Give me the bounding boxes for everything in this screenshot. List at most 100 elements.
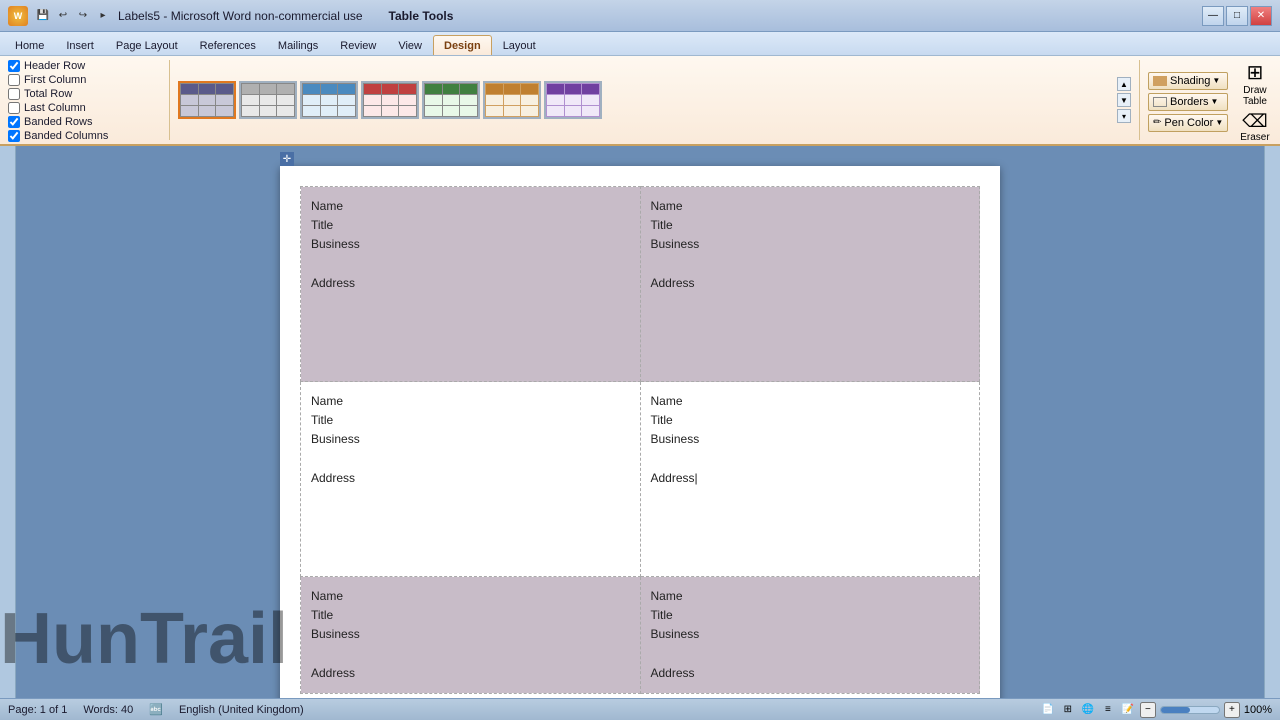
table-style-7[interactable] [544,81,602,119]
label-business-1-2: Business [651,235,970,254]
table-style-options-content: Header Row First Column Total Row Last C… [8,60,108,142]
tab-design[interactable]: Design [433,35,492,55]
label-name-2-1: Name [311,392,630,411]
word-count: Words: 40 [83,704,133,716]
label-cell-1-1[interactable]: Name Title Business Address [301,187,641,382]
label-address-1-1: Address [311,274,630,293]
label-cell-2-1[interactable]: Name Title Business Address [301,382,641,577]
header-row-label: Header Row [24,60,85,72]
table-style-2[interactable] [239,81,297,119]
banded-columns-checkbox-item[interactable]: Banded Columns [8,130,108,142]
tab-home[interactable]: Home [4,35,55,55]
view-outline-icon[interactable]: ≡ [1100,702,1116,718]
document-area: ✛ Name Title Business Address [16,146,1264,698]
view-normal-icon[interactable]: 📄 [1040,702,1056,718]
label-cell-1-2[interactable]: Name Title Business Address [640,187,980,382]
save-quick-btn[interactable]: 💾 [34,7,52,25]
tab-view[interactable]: View [387,35,433,55]
borders-arrow-icon: ▼ [1211,97,1219,106]
borders-dropdown[interactable]: Borders ▼ [1148,93,1228,111]
quick-access-toolbar: 💾 ↩ ↪ ▸ [34,7,112,25]
label-content-1-1: Name Title Business Address [311,197,630,293]
label-cell-3-2[interactable]: Name Title Business Address [640,577,980,694]
pen-color-label: Pen Color [1164,117,1213,129]
header-row-checkbox-item[interactable]: Header Row [8,60,108,72]
header-row-checkbox[interactable] [8,60,20,72]
last-column-label: Last Column [24,102,86,114]
table-row: Name Title Business Address Name Title B… [301,382,980,577]
zoom-in-button[interactable]: + [1224,702,1240,718]
first-column-checkbox-item[interactable]: First Column [8,74,108,86]
labels-table: Name Title Business Address Name Title B… [300,186,980,694]
document-page: ✛ Name Title Business Address [280,166,1000,698]
zoom-out-button[interactable]: − [1140,702,1156,718]
page-move-handle[interactable]: ✛ [280,152,294,166]
pen-color-arrow-icon: ▼ [1215,118,1223,127]
label-name-1-1: Name [311,197,630,216]
last-column-checkbox-item[interactable]: Last Column [8,102,108,114]
total-row-checkbox-item[interactable]: Total Row [8,88,108,100]
label-address-3-2: Address [651,664,970,683]
page-info: Page: 1 of 1 [8,704,67,716]
maximize-button[interactable]: □ [1226,6,1248,26]
label-title-1-2: Title [651,216,970,235]
label-name-2-2: Name [651,392,970,411]
scroll-down-arrow[interactable]: ▼ [1117,93,1131,107]
table-style-3[interactable] [300,81,358,119]
vertical-ruler [0,146,16,698]
redo-quick-btn[interactable]: ↪ [74,7,92,25]
customize-quick-btn[interactable]: ▸ [94,7,112,25]
label-content-2-1: Name Title Business Address [311,392,630,488]
label-title-2-2: Title [651,411,970,430]
tab-page-layout[interactable]: Page Layout [105,35,189,55]
close-button[interactable]: ✕ [1250,6,1272,26]
shading-color-swatch [1153,76,1167,86]
table-style-4[interactable] [361,81,419,119]
scroll-up-arrow[interactable]: ▲ [1117,77,1131,91]
spell-check-icon: 🔤 [149,703,163,716]
ribbon-group-table-styles: ▲ ▼ ▾ Table Styles [170,60,1140,140]
eraser-button[interactable]: ⌫ Eraser [1240,111,1269,143]
label-title-3-2: Title [651,606,970,625]
shading-arrow-icon: ▼ [1212,76,1220,85]
window-title: Labels5 - Microsoft Word non-commercial … [118,9,363,23]
banded-rows-label: Banded Rows [24,116,93,128]
ribbon: Header Row First Column Total Row Last C… [0,56,1280,146]
view-draft-icon[interactable]: 📝 [1120,702,1136,718]
first-column-checkbox[interactable] [8,74,20,86]
tab-layout[interactable]: Layout [492,35,547,55]
tab-mailings[interactable]: Mailings [267,35,329,55]
draw-table-button[interactable]: ⊞ Draw Table [1243,60,1267,107]
table-style-1[interactable] [178,81,236,119]
ribbon-tab-bar: Home Insert Page Layout References Maili… [0,32,1280,56]
label-cell-3-1[interactable]: Name Title Business Address [301,577,641,694]
label-cell-2-2[interactable]: Name Title Business Address| [640,382,980,577]
shading-borders-row: Shading ▼ Borders ▼ ✏ Pen Color ▼ ⊞ Draw [1148,60,1272,143]
scroll-more-arrow[interactable]: ▾ [1117,109,1131,123]
banded-rows-checkbox[interactable] [8,116,20,128]
undo-quick-btn[interactable]: ↩ [54,7,72,25]
view-web-icon[interactable]: 🌐 [1080,702,1096,718]
banded-columns-checkbox[interactable] [8,130,20,142]
pen-color-dropdown[interactable]: ✏ Pen Color ▼ [1148,114,1228,132]
banded-rows-checkbox-item[interactable]: Banded Rows [8,116,108,128]
last-column-checkbox[interactable] [8,102,20,114]
table-row: Name Title Business Address Name Title B… [301,187,980,382]
table-style-6[interactable] [483,81,541,119]
tab-review[interactable]: Review [329,35,387,55]
ribbon-group-draw-borders: Shading ▼ Borders ▼ ✏ Pen Color ▼ ⊞ Draw [1140,60,1280,140]
shading-dropdown[interactable]: Shading ▼ [1148,72,1228,90]
title-bar-left: W 💾 ↩ ↪ ▸ Labels5 - Microsoft Word non-c… [8,6,453,26]
table-style-5[interactable] [422,81,480,119]
tab-insert[interactable]: Insert [55,35,105,55]
view-fullscreen-icon[interactable]: ⊞ [1060,702,1076,718]
vertical-scrollbar[interactable] [1264,146,1280,698]
main-content: ✛ Name Title Business Address [0,146,1280,698]
tab-references[interactable]: References [189,35,267,55]
label-business-3-1: Business [311,625,630,644]
total-row-checkbox[interactable] [8,88,20,100]
zoom-level: 100% [1244,704,1272,716]
label-business-1-1: Business [311,235,630,254]
minimize-button[interactable]: — [1202,6,1224,26]
zoom-slider[interactable] [1160,706,1220,714]
